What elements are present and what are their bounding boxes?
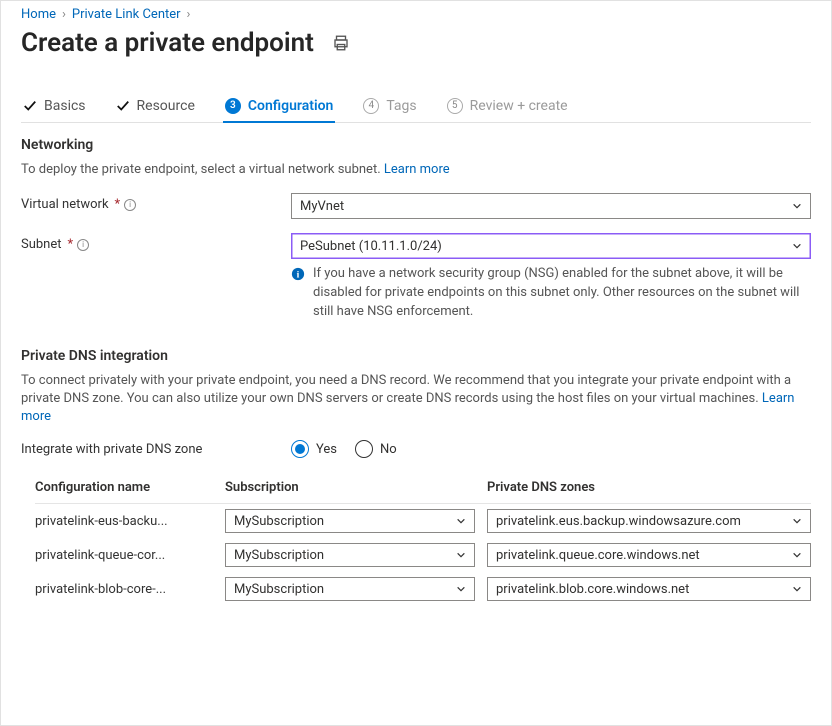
integrate-dns-yes-radio[interactable]: Yes [291,440,337,458]
dns-zone-dropdown[interactable]: privatelink.blob.core.windows.net [487,577,811,601]
step-number-icon: 4 [363,98,379,114]
tab-resource[interactable]: Resource [114,98,197,122]
subscription-value: MySubscription [234,582,324,597]
tab-configuration[interactable]: 3 Configuration [223,98,335,122]
virtual-network-label: Virtual network [21,197,109,212]
subscription-value: MySubscription [234,548,324,563]
breadcrumb-sep-icon: › [62,7,66,22]
dns-zone-dropdown[interactable]: privatelink.eus.backup.windowsazure.com [487,509,811,533]
chevron-down-icon [456,516,466,526]
config-name-cell: privatelink-blob-core-... [35,582,225,597]
table-row: privatelink-blob-core-... MySubscription… [35,572,811,606]
chevron-down-icon [792,550,802,560]
config-name-cell: privatelink-queue-cor... [35,548,225,563]
chevron-down-icon [792,584,802,594]
page-title: Create a private endpoint [21,28,314,58]
nsg-callout-text: If you have a network security group (NS… [313,265,811,322]
virtual-network-dropdown[interactable]: MyVnet [291,193,811,219]
tab-label: Resource [137,98,195,114]
radio-unselected-icon [355,440,373,458]
tab-review-create[interactable]: 5 Review + create [445,98,570,122]
subnet-value: PeSubnet (10.11.1.0/24) [300,239,442,254]
networking-learn-more-link[interactable]: Learn more [384,162,450,177]
col-subscription: Subscription [225,480,487,495]
chevron-down-icon [456,584,466,594]
radio-yes-label: Yes [316,442,337,457]
section-dns-lead: To connect privately with your private e… [21,372,811,427]
networking-lead-text: To deploy the private endpoint, select a… [21,162,384,177]
breadcrumb-sep-icon: › [187,7,191,22]
tab-label: Basics [44,98,86,114]
chevron-down-icon [792,516,802,526]
section-dns-heading: Private DNS integration [21,348,811,364]
subscription-dropdown[interactable]: MySubscription [225,577,475,601]
section-networking-lead: To deploy the private endpoint, select a… [21,161,811,179]
dns-lead-text: To connect privately with your private e… [21,373,791,406]
required-asterisk-icon: * [115,197,121,212]
integrate-dns-label: Integrate with private DNS zone [21,442,202,457]
chevron-down-icon [792,241,802,251]
step-number-icon: 5 [447,98,463,114]
required-asterisk-icon: * [68,237,74,252]
radio-no-label: No [380,442,397,457]
section-networking-heading: Networking [21,137,811,153]
dns-zone-value: privatelink.eus.backup.windowsazure.com [496,514,741,529]
info-icon[interactable]: i [124,199,136,211]
info-callout-icon: i [291,267,305,281]
wizard-tabs: Basics Resource 3 Configuration 4 Tags 5… [21,80,811,123]
print-icon[interactable] [332,34,350,52]
check-icon [116,99,130,113]
integrate-dns-no-radio[interactable]: No [355,440,397,458]
col-config-name: Configuration name [35,480,225,495]
tab-tags[interactable]: 4 Tags [361,98,418,122]
tab-basics[interactable]: Basics [21,98,88,122]
subnet-label: Subnet [21,237,62,252]
virtual-network-value: MyVnet [300,199,344,214]
chevron-down-icon [792,201,802,211]
subscription-dropdown[interactable]: MySubscription [225,543,475,567]
subscription-value: MySubscription [234,514,324,529]
breadcrumb-home[interactable]: Home [21,7,56,22]
table-row: privatelink-queue-cor... MySubscription … [35,538,811,572]
info-icon[interactable]: i [77,239,89,251]
radio-selected-icon [291,440,309,458]
tab-label: Review + create [470,98,568,114]
subnet-dropdown[interactable]: PeSubnet (10.11.1.0/24) [291,233,811,259]
svg-text:i: i [297,270,300,281]
step-number-icon: 3 [225,98,241,114]
dns-zones-table: Configuration name Subscription Private … [35,472,811,606]
subscription-dropdown[interactable]: MySubscription [225,509,475,533]
dns-zone-dropdown[interactable]: privatelink.queue.core.windows.net [487,543,811,567]
tab-label: Configuration [248,98,333,114]
dns-zone-value: privatelink.blob.core.windows.net [496,582,689,597]
col-private-dns-zones: Private DNS zones [487,480,811,495]
breadcrumb-private-link-center[interactable]: Private Link Center [72,7,181,22]
config-name-cell: privatelink-eus-backu... [35,514,225,529]
breadcrumb: Home › Private Link Center › [21,1,811,26]
dns-zone-value: privatelink.queue.core.windows.net [496,548,700,563]
tab-label: Tags [386,98,416,114]
chevron-down-icon [456,550,466,560]
table-row: privatelink-eus-backu... MySubscription … [35,504,811,538]
check-icon [23,99,37,113]
